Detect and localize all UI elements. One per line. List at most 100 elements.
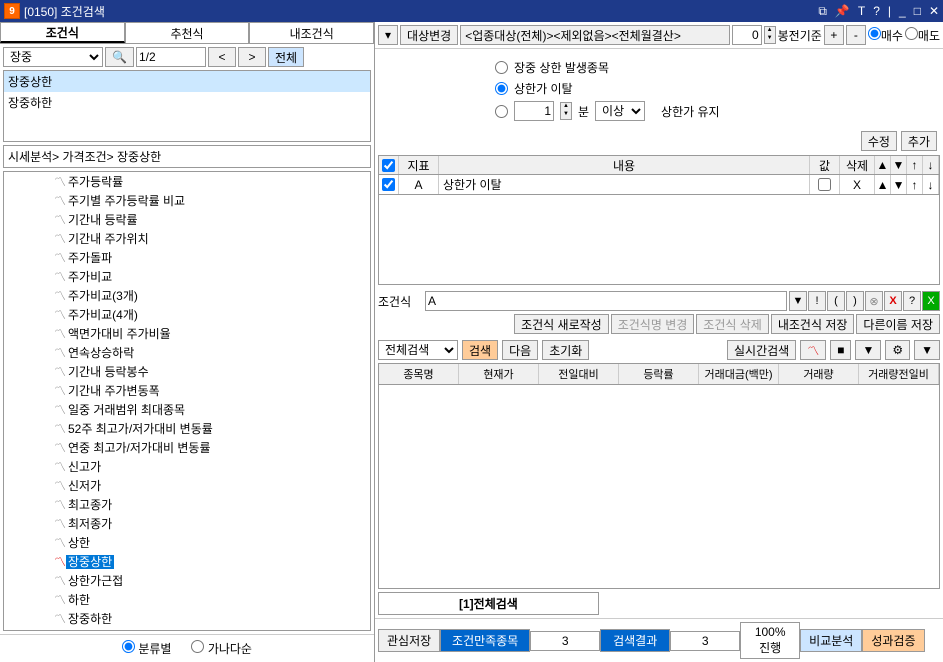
tab-my[interactable]: 내조건식 — [249, 22, 374, 43]
tree-node-14[interactable]: 〽연중 최고가/저가대비 변동률 — [4, 438, 370, 457]
row-a-val-check[interactable] — [818, 178, 831, 191]
formula-input[interactable] — [425, 291, 787, 311]
gh-down[interactable]: ▼ — [891, 156, 907, 174]
result-col[interactable]: 거래량 — [779, 364, 859, 384]
page-input[interactable] — [136, 47, 206, 67]
tree-node-10[interactable]: 〽기간내 등락봉수 — [4, 362, 370, 381]
formula-not[interactable]: ! — [808, 291, 826, 311]
cond-r3-num[interactable] — [514, 101, 554, 121]
cond-r3-spinner[interactable]: ▲▼ — [560, 102, 572, 120]
dropdown-icon[interactable]: ▾ — [378, 25, 398, 45]
search-reset-btn[interactable]: 초기화 — [542, 340, 589, 360]
tree-node-18[interactable]: 〽최저종가 — [4, 514, 370, 533]
text-icon[interactable]: T — [858, 4, 865, 19]
row-a-bot[interactable]: ↓ — [923, 175, 939, 194]
add-btn[interactable]: 추가 — [901, 131, 937, 151]
formula-rename-btn[interactable]: 조건식명 변경 — [611, 314, 695, 334]
formula-lparen[interactable]: ( — [827, 291, 845, 311]
compare-btn[interactable]: 비교분석 — [800, 629, 862, 652]
tree-node-9[interactable]: 〽연속상승하락 — [4, 343, 370, 362]
bottom-tab-1[interactable]: [1]전체검색 — [378, 592, 599, 615]
period-select[interactable]: 장중 — [3, 47, 103, 67]
cond-r1[interactable] — [495, 61, 508, 74]
layout-icon[interactable]: ⧉ — [818, 4, 827, 19]
tree-node-5[interactable]: 〽주가비교 — [4, 267, 370, 286]
gh-up[interactable]: ▲ — [875, 156, 891, 174]
dropdown2-btn[interactable]: ▼ — [855, 340, 881, 360]
tab-condition[interactable]: 조건식 — [0, 22, 125, 43]
result-body[interactable] — [378, 385, 940, 589]
formula-new-btn[interactable]: 조건식 새로작성 — [514, 314, 609, 334]
tree-node-4[interactable]: 〽주가돌파 — [4, 248, 370, 267]
search-scope-select[interactable]: 전체검색 — [378, 340, 458, 360]
tree-node-1[interactable]: 〽주기별 주가등락률 비교 — [4, 191, 370, 210]
tree-node-6[interactable]: 〽주가비교(3개) — [4, 286, 370, 305]
close-icon[interactable]: ✕ — [929, 4, 939, 19]
result-col[interactable]: 등락률 — [619, 364, 699, 384]
gh-top[interactable]: ↑ — [907, 156, 923, 174]
formula-excel-icon[interactable]: X — [922, 291, 940, 311]
formula-clear[interactable]: X — [884, 291, 902, 311]
buy-radio[interactable]: 매수 — [868, 27, 903, 44]
row-a-up[interactable]: ▲ — [875, 175, 891, 194]
search-icon-btn[interactable]: 🔍 — [105, 47, 134, 67]
sort-category[interactable]: 분류별 — [122, 640, 171, 657]
tree-node-16[interactable]: 〽신저가 — [4, 476, 370, 495]
target-change-btn[interactable]: 대상변경 — [400, 25, 458, 45]
indicator-row-a[interactable]: A 상한가 이탈 X ▲ ▼ ↑ ↓ — [378, 175, 940, 195]
row-a-top[interactable]: ↑ — [907, 175, 923, 194]
tree-node-11[interactable]: 〽기간내 주가변동폭 — [4, 381, 370, 400]
cond-r3-select[interactable]: 이상 — [595, 101, 645, 121]
formula-save-my-btn[interactable]: 내조건식 저장 — [771, 314, 855, 334]
plus-btn[interactable]: + — [824, 25, 844, 45]
gear-icon-btn[interactable]: ⚙ — [885, 340, 910, 360]
result-col[interactable]: 전일대비 — [539, 364, 619, 384]
formula-delete-btn[interactable]: 조건식 삭제 — [696, 314, 769, 334]
tree-node-20[interactable]: 〽장중상한 — [4, 552, 370, 571]
shortlist-item-1[interactable]: 장중하한 — [4, 92, 370, 113]
all-btn[interactable]: 전체 — [268, 47, 304, 67]
verify-btn[interactable]: 성과검증 — [862, 629, 924, 652]
search-btn[interactable]: 검색 — [462, 340, 498, 360]
tree-node-15[interactable]: 〽신고가 — [4, 457, 370, 476]
chart-icon-btn[interactable]: 〽 — [800, 340, 826, 360]
row-a-check[interactable] — [382, 178, 395, 191]
search-next-btn[interactable]: 다음 — [502, 340, 538, 360]
edit-btn[interactable]: 수정 — [861, 131, 897, 151]
offset-input[interactable] — [732, 25, 762, 45]
stop-icon-btn[interactable]: ■ — [830, 340, 851, 360]
formula-and[interactable]: ⊗ — [865, 291, 883, 311]
realtime-search-btn[interactable]: 실시간검색 — [727, 340, 796, 360]
formula-help[interactable]: ? — [903, 291, 921, 311]
offset-spinner[interactable]: ▲▼ — [764, 26, 776, 44]
tree-node-21[interactable]: 〽상한가근접 — [4, 571, 370, 590]
result-col[interactable]: 현재가 — [459, 364, 539, 384]
save-watchlist-btn[interactable]: 관심저장 — [378, 629, 440, 652]
minus-btn[interactable]: - — [846, 25, 866, 45]
tree-node-8[interactable]: 〽액면가대비 주가비율 — [4, 324, 370, 343]
formula-saveas-btn[interactable]: 다른이름 저장 — [856, 314, 940, 334]
minimize-icon[interactable]: _ — [899, 4, 906, 19]
formula-dropdown[interactable]: ▼ — [789, 291, 807, 311]
dropdown3-btn[interactable]: ▼ — [914, 340, 940, 360]
tree-node-3[interactable]: 〽기간내 주가위치 — [4, 229, 370, 248]
tree-node-23[interactable]: 〽장중하한 — [4, 609, 370, 628]
cond-r2[interactable] — [495, 82, 508, 95]
grid-check-all[interactable] — [382, 159, 395, 172]
tree-node-12[interactable]: 〽일중 거래범위 최대종목 — [4, 400, 370, 419]
gh-bot[interactable]: ↓ — [923, 156, 939, 174]
maximize-icon[interactable]: □ — [914, 4, 921, 19]
result-col[interactable]: 거래량전일비 — [859, 364, 939, 384]
tree-node-19[interactable]: 〽상한 — [4, 533, 370, 552]
condition-tree[interactable]: 〽주가등락률〽주기별 주가등락률 비교〽기간내 등락률〽기간내 주가위치〽주가돌… — [3, 171, 371, 631]
row-a-down[interactable]: ▼ — [891, 175, 907, 194]
tree-node-7[interactable]: 〽주가비교(4개) — [4, 305, 370, 324]
tree-node-0[interactable]: 〽주가등락률 — [4, 172, 370, 191]
tab-recommend[interactable]: 추천식 — [125, 22, 250, 43]
tree-node-13[interactable]: 〽52주 최고가/저가대비 변동률 — [4, 419, 370, 438]
tree-node-17[interactable]: 〽최고종가 — [4, 495, 370, 514]
tree-node-22[interactable]: 〽하한 — [4, 590, 370, 609]
sell-radio[interactable]: 매도 — [905, 27, 940, 44]
tree-node-2[interactable]: 〽기간내 등락률 — [4, 210, 370, 229]
row-a-del[interactable]: X — [840, 175, 875, 194]
